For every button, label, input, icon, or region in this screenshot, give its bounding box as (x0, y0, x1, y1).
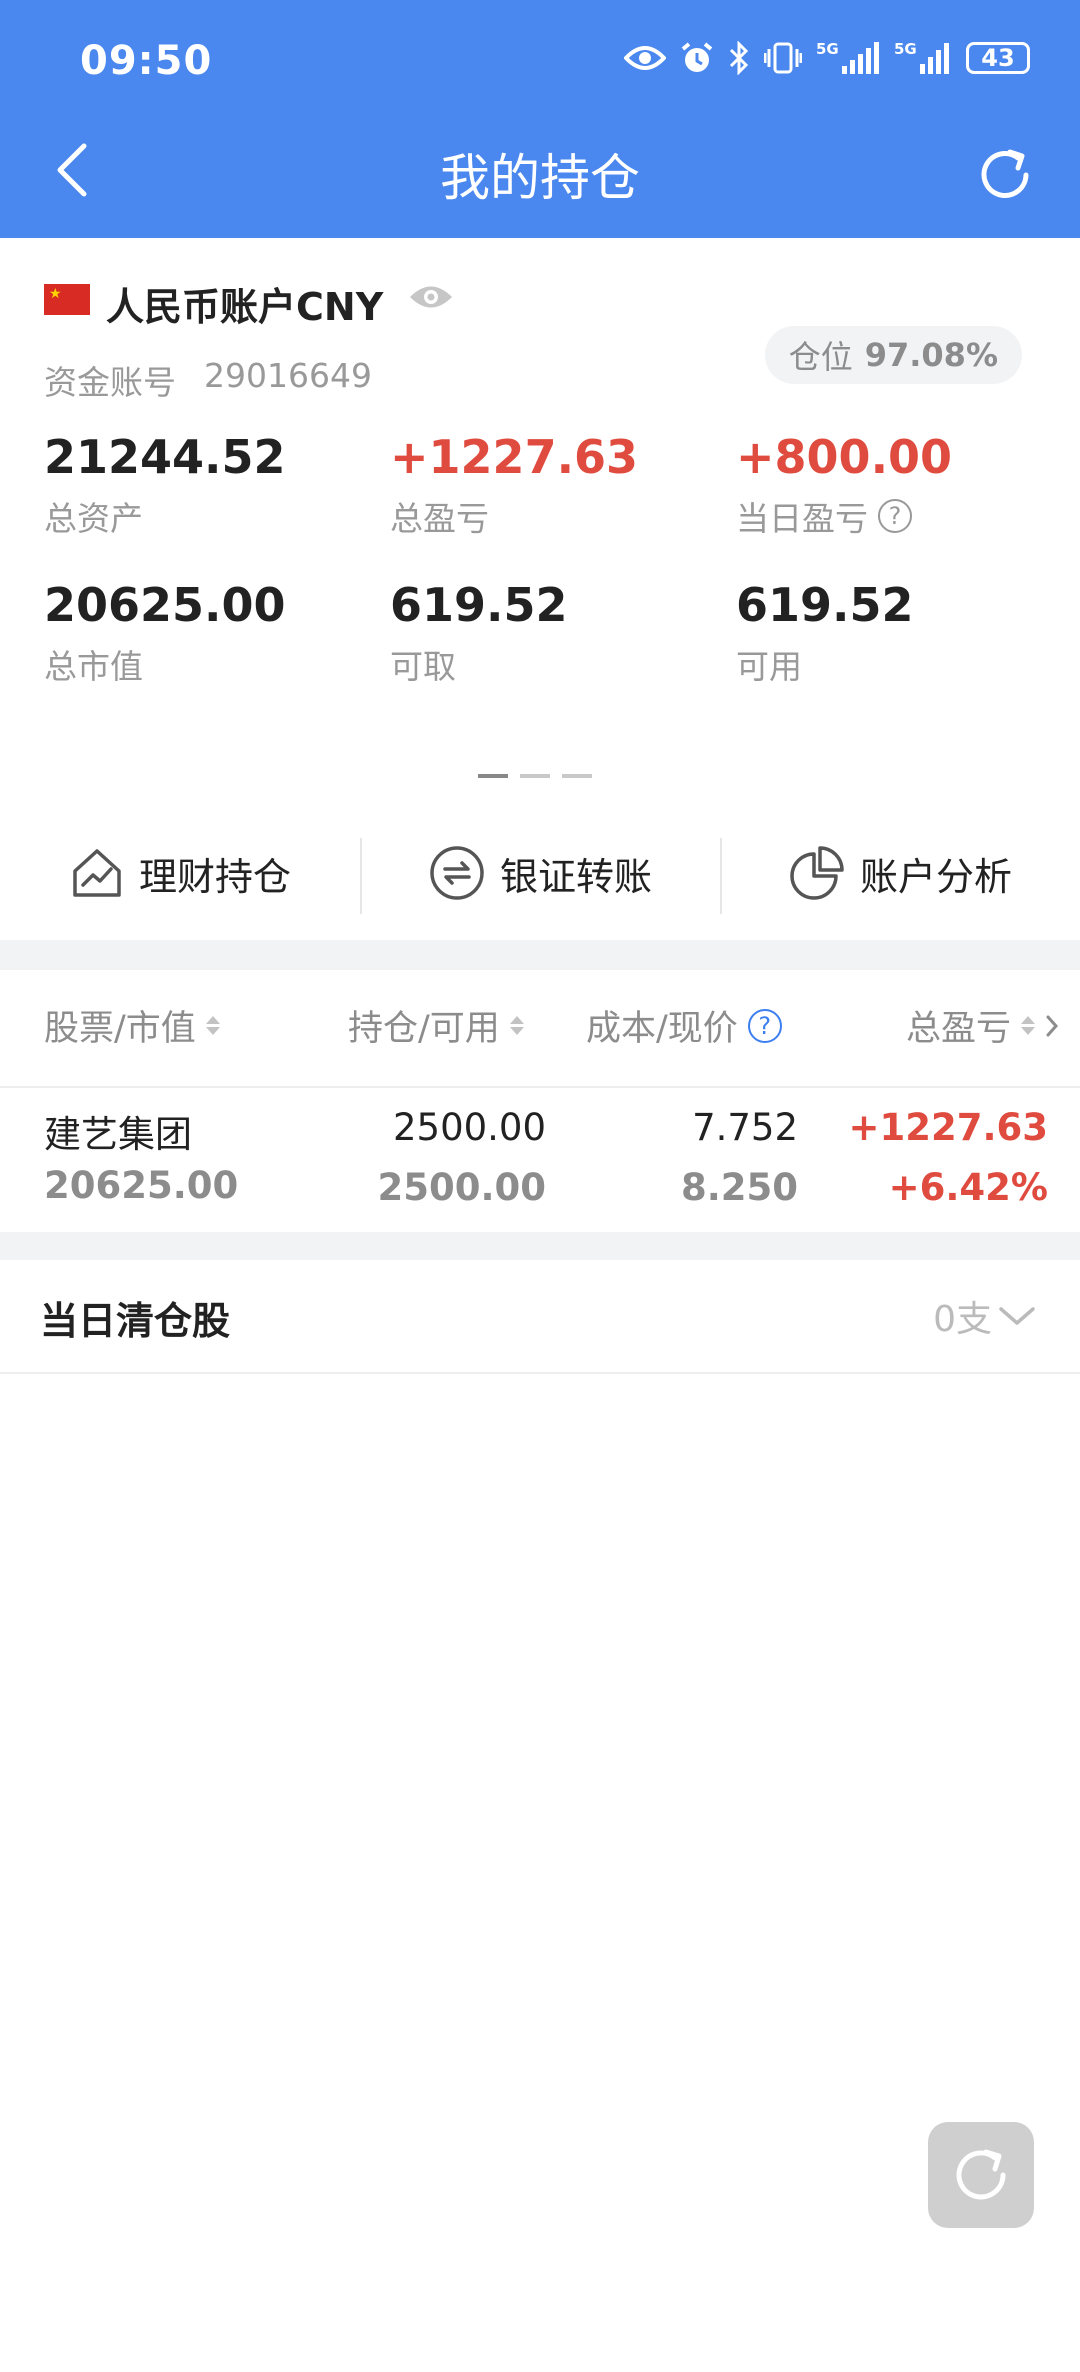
vibrate-icon (764, 42, 802, 74)
signal-5g-icon-2: 5G (894, 40, 949, 74)
available-quantity: 2500.00 (377, 1166, 546, 1209)
holding-quantity: 2500.00 (392, 1106, 546, 1149)
page-title: 我的持仓 (440, 149, 640, 207)
account-analysis-label: 账户分析 (859, 854, 1012, 899)
page-indicator (478, 774, 592, 778)
sort-icon (205, 1016, 220, 1035)
section-divider (0, 1232, 1080, 1260)
stat-label: 可取 (390, 647, 456, 686)
action-bar: 理财持仓 银证转账 账户分析 (0, 818, 1080, 928)
eye-status-icon (624, 46, 666, 70)
status-icons: 5G 5G 43 (624, 40, 1030, 76)
sort-icon (1021, 1016, 1036, 1035)
chevron-down-icon (999, 1307, 1035, 1325)
total-pnl-percent: +6.42% (888, 1166, 1048, 1209)
stat-withdrawable: 619.52 可取 (390, 578, 568, 688)
refresh-icon[interactable] (974, 144, 1036, 206)
account-card: 人民币账户CNY 资金账号 29016649 仓位 97.08% 21244.5… (0, 238, 1080, 938)
stat-total-pnl: +1227.63 总盈亏 (390, 430, 638, 540)
stat-label: 当日盈亏 (736, 499, 868, 538)
stat-market-value: 20625.00 总市值 (44, 578, 286, 688)
stock-market-value: 20625.00 (44, 1164, 239, 1207)
signal-5g-icon: 5G (816, 40, 879, 74)
bluetooth-icon (729, 41, 749, 75)
position-value: 97.08% (864, 336, 998, 374)
stat-value: +1227.63 (390, 430, 639, 484)
pie-chart-icon (790, 846, 844, 900)
refresh-float-button[interactable] (928, 2122, 1034, 2228)
holdings-table-header: 股票/市值 持仓/可用 成本/现价 ? 总盈亏 (0, 970, 1080, 1088)
stat-value: 619.52 (736, 578, 914, 632)
eye-icon[interactable] (408, 282, 454, 312)
alarm-icon (681, 42, 713, 72)
bank-transfer-button[interactable]: 银证转账 (360, 818, 720, 928)
table-row[interactable]: 建艺集团 20625.00 2500.00 2500.00 7.752 8.25… (0, 1088, 1080, 1232)
refresh-icon (956, 2149, 1006, 2200)
help-icon[interactable]: ? (747, 1008, 782, 1043)
col-cost-label: 成本/现价 (586, 1009, 738, 1049)
stat-value: 20625.00 (44, 578, 286, 632)
stat-label: 总市值 (44, 647, 143, 686)
battery-icon: 43 (966, 42, 1030, 74)
help-icon[interactable]: ? (878, 499, 912, 533)
col-cost-header: 成本/现价 ? (586, 1000, 782, 1051)
cleared-stocks-title: 当日清仓股 (40, 1299, 231, 1343)
china-flag-icon (44, 284, 90, 315)
finance-holdings-button[interactable]: 理财持仓 (0, 818, 360, 928)
transfer-icon (430, 846, 484, 900)
stat-total-assets: 21244.52 总资产 (44, 430, 286, 540)
page-dot (478, 774, 508, 778)
stat-label: 可用 (736, 647, 802, 686)
position-ratio-badge: 仓位 97.08% (764, 326, 1022, 384)
chevron-right-icon[interactable] (1045, 1014, 1059, 1038)
stat-value: 21244.52 (44, 430, 286, 484)
account-analysis-button[interactable]: 账户分析 (720, 818, 1080, 928)
cost-price: 7.752 (692, 1106, 798, 1149)
stat-label: 总盈亏 (390, 499, 489, 538)
stat-daily-pnl: +800.00 当日盈亏 ? (736, 430, 952, 540)
stat-available: 619.52 可用 (736, 578, 914, 688)
page-dot (520, 774, 550, 778)
account-name: 人民币账户CNY (106, 285, 384, 329)
cleared-stocks-section[interactable]: 当日清仓股 0支 (0, 1260, 1080, 1374)
finance-house-icon (73, 849, 121, 897)
col-pnl-header[interactable]: 总盈亏 (906, 1000, 1059, 1051)
fund-account-label: 资金账号 (44, 363, 176, 402)
status-time: 09:50 (80, 38, 213, 84)
finance-holdings-label: 理财持仓 (138, 854, 291, 899)
svg-text:5G: 5G (894, 40, 917, 58)
section-divider (0, 940, 1080, 970)
col-stock-header[interactable]: 股票/市值 (44, 1000, 220, 1051)
col-pnl-label: 总盈亏 (906, 1009, 1012, 1049)
stat-value: +800.00 (736, 430, 953, 484)
cleared-stocks-count: 0支 (933, 1290, 1036, 1342)
top-bar: 09:50 5G 5G 43 我的持仓 (0, 0, 1080, 238)
sort-icon (509, 1016, 524, 1035)
stat-value: 619.52 (390, 578, 568, 632)
col-stock-label: 股票/市值 (44, 1009, 196, 1049)
stat-label: 总资产 (44, 499, 143, 538)
col-holding-header[interactable]: 持仓/可用 (348, 1000, 524, 1051)
cleared-count-text: 0支 (933, 1299, 992, 1340)
bank-transfer-label: 银证转账 (499, 854, 652, 899)
page-dot (562, 774, 592, 778)
stock-name: 建艺集团 (44, 1113, 192, 1156)
position-label: 仓位 (788, 338, 853, 376)
svg-text:5G: 5G (816, 40, 839, 58)
col-holding-label: 持仓/可用 (348, 1009, 500, 1049)
current-price: 8.250 (680, 1166, 798, 1209)
total-pnl: +1227.63 (848, 1106, 1048, 1149)
fund-account-number: 29016649 (204, 356, 372, 395)
